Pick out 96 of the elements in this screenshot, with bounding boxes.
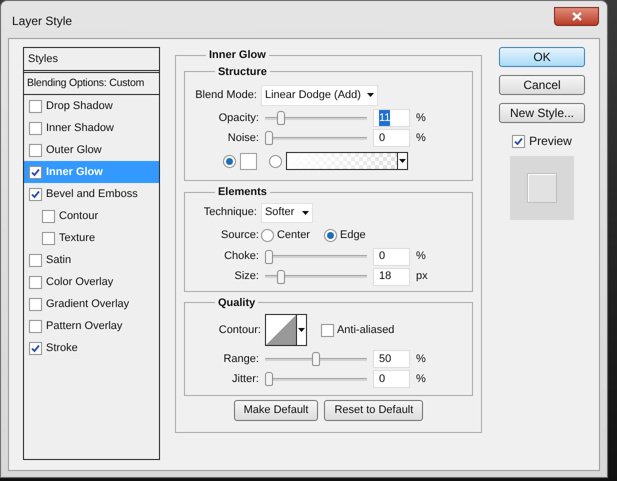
style-item[interactable]: Satin	[24, 249, 159, 271]
checkbox[interactable]	[29, 298, 42, 310]
caret-icon	[298, 328, 305, 332]
blend-mode-dropdown[interactable]: Linear Dodge (Add)	[260, 84, 378, 106]
field-label: Size:	[233, 269, 260, 284]
style-item[interactable]: Inner Shadow	[24, 117, 159, 139]
default-button[interactable]: Reset to Default	[324, 400, 424, 421]
style-option[interactable]: Blending Options: Custom	[24, 73, 159, 95]
checkbox[interactable]	[29, 188, 42, 200]
field-label: Choke:	[223, 249, 260, 264]
field-label: Technique:	[202, 205, 258, 220]
value-field[interactable]: 18	[372, 268, 410, 286]
group-title: Quality	[216, 296, 256, 310]
checkmark-icon	[514, 136, 524, 146]
style-item[interactable]: Pattern Overlay	[24, 315, 159, 337]
value-field[interactable]: 0	[372, 248, 410, 266]
field-label: Range:	[222, 352, 260, 367]
value-field[interactable]: 50	[372, 350, 410, 368]
slider-track[interactable]	[264, 270, 367, 284]
dialog-button[interactable]: OK	[499, 47, 585, 67]
slider-track[interactable]	[264, 372, 367, 386]
contour-curve-icon	[266, 315, 296, 345]
unit-label: %	[416, 130, 426, 146]
window-title: Layer Style	[12, 13, 72, 30]
slider-thumb[interactable]	[264, 250, 273, 264]
field-label: Noise:	[226, 130, 260, 146]
technique-dropdown[interactable]: Softer	[260, 202, 314, 222]
slider-thumb[interactable]	[264, 131, 273, 145]
radio-button[interactable]	[222, 154, 236, 168]
slider-thumb[interactable]	[264, 372, 273, 386]
color-swatch[interactable]	[240, 152, 257, 170]
checkbox[interactable]	[29, 166, 42, 178]
radio-button[interactable]	[324, 229, 337, 242]
checkbox[interactable]	[29, 122, 42, 134]
checkbox[interactable]	[29, 276, 42, 288]
slider-track[interactable]	[264, 352, 367, 366]
style-item[interactable]: Gradient Overlay	[24, 293, 159, 315]
checkbox[interactable]	[42, 232, 55, 244]
slider-thumb[interactable]	[277, 270, 286, 284]
unit-label: %	[416, 352, 426, 367]
radio-button[interactable]	[268, 154, 282, 168]
group-title: Structure	[216, 64, 268, 80]
style-item[interactable]: Contour	[24, 205, 159, 227]
slider-track[interactable]	[264, 131, 367, 145]
radio-label: Edge	[340, 228, 366, 244]
styles-heading[interactable]: Styles	[24, 48, 159, 73]
style-item[interactable]: Texture	[24, 227, 159, 249]
value-field[interactable]: 0	[372, 370, 410, 388]
dialog-button[interactable]: Cancel	[499, 75, 585, 95]
caret-icon	[398, 159, 406, 163]
contour-picker[interactable]	[264, 314, 307, 346]
checkbox[interactable]	[29, 144, 42, 156]
caret-icon	[302, 210, 310, 214]
slider-thumb[interactable]	[277, 111, 286, 125]
checkbox[interactable]	[512, 134, 526, 148]
checkbox-label: Anti-aliased	[336, 322, 394, 338]
slider-track[interactable]	[264, 111, 367, 125]
style-item[interactable]: Outer Glow	[24, 139, 159, 161]
default-button[interactable]: Make Default	[234, 400, 318, 421]
preview-swatch	[527, 173, 557, 203]
checkmark-icon	[31, 344, 40, 352]
close-icon	[572, 12, 582, 21]
value-field[interactable]: 0	[372, 129, 410, 147]
checkmark-icon	[31, 168, 40, 176]
checkbox[interactable]	[29, 254, 42, 266]
unit-label: px	[416, 269, 428, 284]
unit-label: %	[416, 110, 426, 126]
close-button[interactable]	[554, 7, 599, 26]
checkbox[interactable]	[29, 100, 42, 112]
gradient-picker[interactable]	[286, 152, 408, 170]
checkbox[interactable]	[42, 210, 55, 222]
radio-label: Center	[276, 228, 310, 244]
caret-icon	[366, 93, 374, 97]
field-label: Jitter:	[231, 372, 260, 387]
checkmark-icon	[31, 190, 40, 198]
checkbox[interactable]	[320, 324, 334, 336]
style-item[interactable]: Drop Shadow	[24, 95, 159, 117]
field-label: Blend Mode:	[194, 88, 258, 103]
checkbox-label: Preview	[529, 133, 572, 150]
style-item[interactable]: Stroke	[24, 337, 159, 359]
checkbox[interactable]	[29, 320, 42, 332]
radio-button[interactable]	[260, 229, 274, 242]
group-title: Inner Glow	[208, 48, 267, 63]
dialog-button[interactable]: New Style...	[499, 103, 585, 123]
unit-label: %	[416, 249, 426, 264]
field-label: Source:	[220, 228, 260, 244]
field-label: Opacity:	[218, 110, 260, 126]
field-label: Contour:	[218, 322, 262, 338]
unit-label: %	[416, 372, 426, 387]
value-field[interactable]: 11	[372, 109, 410, 127]
style-item[interactable]: Bevel and Emboss	[24, 183, 159, 205]
style-item[interactable]: Color Overlay	[24, 271, 159, 293]
slider-track[interactable]	[264, 250, 367, 264]
checkbox[interactable]	[29, 342, 42, 354]
group-title: Elements	[216, 185, 268, 200]
slider-thumb[interactable]	[312, 352, 320, 366]
